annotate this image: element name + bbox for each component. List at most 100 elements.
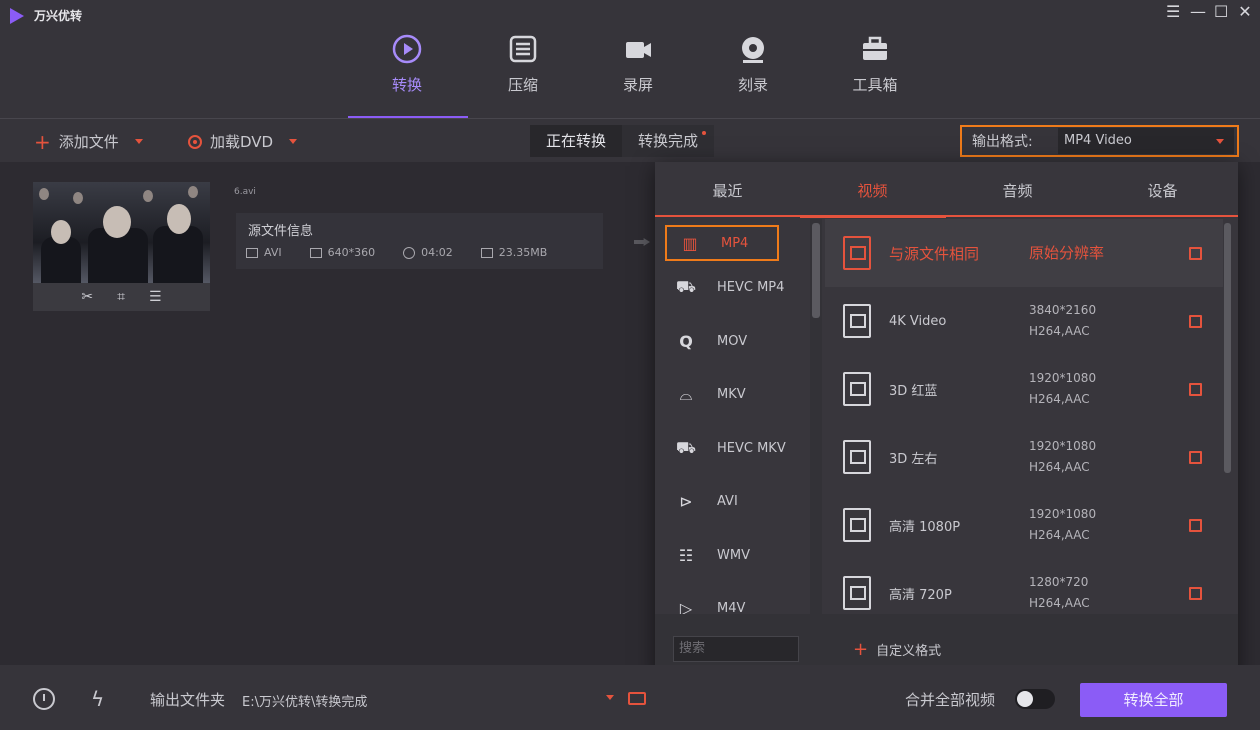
edit-icon[interactable] <box>1189 382 1202 396</box>
film-icon <box>246 247 258 258</box>
preset-resolution: 1280*720 <box>1029 575 1089 589</box>
output-folder-label: 输出文件夹 <box>150 691 226 709</box>
tab-done[interactable]: 转换完成 <box>622 125 715 157</box>
format-item-wmv[interactable]: ☷ WMV <box>655 529 815 583</box>
hevc-icon: ⛟ <box>675 277 697 297</box>
format-item-m4v[interactable]: ▷ M4V <box>655 582 815 614</box>
video-thumbnail[interactable] <box>33 182 210 283</box>
thumbnail-tools: ✂ ⌗ ☰ <box>33 283 210 305</box>
nav-record-screen[interactable]: 录屏 <box>593 30 683 95</box>
tab-recent[interactable]: 最近 <box>655 180 800 201</box>
edit-icon[interactable] <box>1189 518 1202 532</box>
format-label: MKV <box>717 387 746 403</box>
output-path-field[interactable]: E:\万兴优转\转换完成 <box>242 691 367 710</box>
plus-icon: + <box>853 638 869 660</box>
preset-list: 与源文件相同 原始分辨率 4K Video 3840*2160 H264,AAC … <box>825 219 1223 614</box>
preset-spec: 3840*2160 H264,AAC <box>1029 300 1096 342</box>
custom-format-button[interactable]: + 自定义格式 <box>853 640 941 659</box>
convert-icon <box>392 34 422 64</box>
resolution-meta: 640*360 <box>309 246 376 259</box>
nav-convert[interactable]: 转换 <box>362 30 452 95</box>
nav-burn[interactable]: 刻录 <box>708 30 798 95</box>
preset-spec: 1920*1080 H264,AAC <box>1029 504 1096 546</box>
folder-icon <box>480 247 493 258</box>
preset-resolution: 1920*1080 <box>1029 371 1097 385</box>
file-duration: 04:02 <box>421 246 453 259</box>
chevron-down-icon <box>1216 139 1224 144</box>
preset-resolution: 1920*1080 <box>1029 507 1097 521</box>
nav-compress[interactable]: 压缩 <box>478 30 568 95</box>
format-item-mp4[interactable]: ▥ MP4 <box>665 225 779 261</box>
format-label: AVI <box>717 494 738 510</box>
preset-item[interactable]: 高清 720P 1280*720 H264,AAC <box>825 559 1223 614</box>
tab-audio[interactable]: 音频 <box>945 180 1090 201</box>
add-file-button[interactable]: + 添加文件 <box>34 131 143 152</box>
file-size: 23.35MB <box>498 246 548 259</box>
format-search-input[interactable]: 搜索 <box>673 636 799 662</box>
preset-item[interactable]: 3D 左右 1920*1080 H264,AAC <box>825 423 1223 491</box>
film-icon: ▥ <box>682 233 698 253</box>
chevron-down-icon[interactable] <box>606 695 614 700</box>
video-file-icon <box>843 508 871 542</box>
tab-video[interactable]: 视频 <box>800 180 945 201</box>
title-bar: 万兴优转 ☰ — ☐ ✕ 转换 压缩 录屏 刻录 工具箱 <box>0 0 1260 118</box>
scrollbar-thumb[interactable] <box>1224 223 1231 473</box>
preset-spec: 1280*720 H264,AAC <box>1029 572 1090 614</box>
edit-icon[interactable] <box>1189 586 1202 600</box>
format-item-mkv[interactable]: ⌓ MKV <box>655 368 815 422</box>
tab-device[interactable]: 设备 <box>1090 180 1235 201</box>
lightning-icon[interactable]: ϟ <box>91 687 104 711</box>
file-resolution: 640*360 <box>327 246 376 259</box>
nav-toolbox[interactable]: 工具箱 <box>830 30 920 95</box>
format-item-avi[interactable]: ⊳ AVI <box>655 475 815 529</box>
preset-item[interactable]: 4K Video 3840*2160 H264,AAC <box>825 287 1223 355</box>
dvd-icon <box>188 134 202 149</box>
source-info-box: 源文件信息 AVI 640*360 04:02 23.35MB <box>236 213 603 269</box>
video-file-icon <box>843 440 871 474</box>
toggle-knob <box>1017 691 1033 707</box>
edit-icon[interactable] <box>1189 314 1202 328</box>
bottom-bar: ϟ 输出文件夹 E:\万兴优转\转换完成 合并全部视频 转换全部 <box>0 665 1260 730</box>
format-item-mov[interactable]: Q MOV <box>655 315 815 369</box>
load-dvd-button[interactable]: 加载DVD <box>188 131 298 152</box>
preset-item[interactable]: 3D 红蓝 1920*1080 H264,AAC <box>825 355 1223 423</box>
preset-codec: H264,AAC <box>1029 392 1090 406</box>
chevron-down-icon[interactable] <box>134 139 143 144</box>
convert-all-button[interactable]: 转换全部 <box>1080 683 1227 717</box>
minimize-icon[interactable]: — <box>1190 2 1206 21</box>
preset-codec: H264,AAC <box>1029 596 1090 610</box>
clapper-icon: ☷ <box>678 545 694 565</box>
format-item-hevc-mp4[interactable]: ⛟ HEVC MP4 <box>655 261 815 315</box>
preset-list-scrollbar[interactable] <box>1222 219 1234 614</box>
chevron-down-icon[interactable] <box>289 139 298 144</box>
source-info-title: 源文件信息 <box>248 224 314 239</box>
format-label: MP4 <box>721 235 749 251</box>
preset-name: 3D 红蓝 <box>889 383 938 399</box>
custom-format-label: 自定义格式 <box>876 644 942 659</box>
adjust-icon[interactable]: ☰ <box>149 289 162 305</box>
preset-codec: H264,AAC <box>1029 528 1090 542</box>
folder-open-icon[interactable] <box>628 692 646 705</box>
tab-converting[interactable]: 正在转换 <box>530 125 623 157</box>
scrollbar-thumb[interactable] <box>812 223 820 318</box>
menu-icon[interactable]: ☰ <box>1166 2 1180 21</box>
load-dvd-label: 加载DVD <box>210 133 274 151</box>
video-file-icon <box>843 304 871 338</box>
maximize-icon[interactable]: ☐ <box>1214 2 1228 21</box>
close-icon[interactable]: ✕ <box>1238 2 1252 21</box>
alarm-icon[interactable] <box>33 688 55 710</box>
preset-item[interactable]: 高清 1080P 1920*1080 H264,AAC <box>825 491 1223 559</box>
preset-name: 与源文件相同 <box>889 244 980 263</box>
output-format-dropdown[interactable]: MP4 Video <box>1058 128 1234 154</box>
edit-icon[interactable] <box>1189 246 1202 260</box>
format-list-scrollbar[interactable] <box>810 219 822 614</box>
preset-item[interactable]: 与源文件相同 原始分辨率 <box>825 219 1223 287</box>
merge-toggle[interactable] <box>1015 689 1055 709</box>
scissors-icon[interactable]: ✂ <box>81 289 93 305</box>
crop-icon[interactable]: ⌗ <box>117 289 125 305</box>
file-info: 6.avi <box>234 187 256 197</box>
format-tabs: 最近 视频 音频 设备 <box>655 162 1238 218</box>
format-item-hevc-mkv[interactable]: ⛟ HEVC MKV <box>655 422 815 476</box>
format-label: MOV <box>717 333 748 349</box>
edit-icon[interactable] <box>1189 450 1202 464</box>
